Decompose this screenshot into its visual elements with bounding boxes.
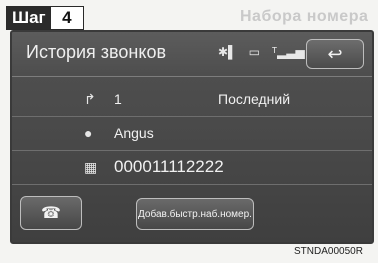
bluetooth-icon: ✱▌ [218, 45, 237, 59]
call-count-row: ↱ 1 Последний [12, 84, 372, 117]
phone-number: 000011112222 [114, 157, 224, 176]
phone-number-row: ▦ 000011112222 [12, 152, 372, 185]
screen-title: История звонков [26, 42, 167, 62]
phone-icon: ☎ [41, 205, 61, 222]
step-badge: Шаг 4 [6, 6, 84, 30]
signal-icon: ᵀ▂▃▅ [271, 45, 305, 59]
call-count: 1 [114, 91, 122, 107]
screen-header: История звонков ✱▌ ▭ ᵀ▂▃▅ ↩ [12, 32, 372, 77]
contact-name: Angus [114, 125, 154, 141]
outgoing-call-icon: ↱ [84, 91, 96, 107]
back-button[interactable]: ↩ [306, 39, 364, 69]
phone-battery-icon: ▭ [248, 45, 260, 59]
back-icon: ↩ [327, 43, 343, 64]
add-speed-dial-button[interactable]: Добав.быстр.наб.номер. [136, 198, 254, 230]
call-button[interactable]: ☎ [20, 196, 82, 230]
contact-name-row: ● Angus [12, 118, 372, 151]
step-number: 4 [62, 8, 72, 27]
add-speed-dial-label: Добав.быстр.наб.номер. [138, 208, 252, 220]
phone-number-icon: ▦ [84, 159, 98, 175]
call-type: Последний [218, 91, 291, 107]
device-screen: История звонков ✱▌ ▭ ᵀ▂▃▅ ↩ ↱ 1 Последни… [10, 30, 374, 244]
step-label: Шаг [7, 7, 51, 29]
image-code: STNDA00050R [294, 246, 363, 257]
background-title: Набора номера [240, 8, 369, 25]
status-icons: ✱▌ ▭ ᵀ▂▃▅ [218, 45, 305, 59]
person-icon: ● [84, 125, 93, 141]
